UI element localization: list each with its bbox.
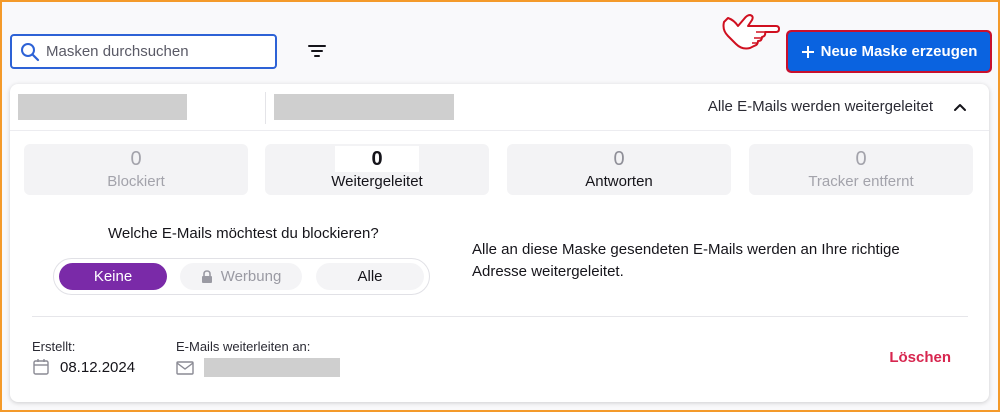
stat-replies: 0 Antworten [507,144,731,195]
created-label: Erstellt: [32,339,76,354]
forward-to-value [176,358,340,377]
redacted-forward-address [204,358,340,377]
header-divider [265,92,266,124]
block-option-all-label: Alle [357,268,383,285]
forwarding-status: Alle E-Mails werden weitergeleitet [707,98,933,115]
new-mask-button[interactable]: Neue Maske erzeugen [786,30,992,73]
forward-to-label: E-Mails weiterleiten an: [176,339,311,354]
block-level-selector: Keine Werbung Alle [53,258,430,295]
pointing-hand-icon [722,14,780,50]
stat-replies-label: Antworten [585,173,653,190]
stat-blocked-label: Blockiert [107,173,165,190]
stat-trackers-label: Tracker entfernt [808,173,914,190]
stat-trackers-removed: 0 Tracker entfernt [749,144,973,195]
lock-icon [201,269,212,283]
filter-icon[interactable] [306,42,328,60]
section-divider [32,316,968,317]
block-option-all[interactable]: Alle [316,263,424,290]
search-box[interactable] [10,34,277,69]
stat-forwarded: 0 Weitergeleitet [265,144,489,195]
mask-card: Alle E-Mails werden weitergeleitet 0 Blo… [10,84,989,402]
redacted-mask-address [274,94,454,120]
stat-forwarded-value: 0 [371,148,383,170]
created-date: 08.12.2024 [60,358,136,376]
block-option-promotions-label: Werbung [220,268,282,285]
block-question: Welche E-Mails möchtest du blockieren? [108,225,379,242]
envelope-icon [176,360,194,375]
search-input[interactable] [46,43,256,60]
chevron-up-icon[interactable] [951,98,969,116]
new-mask-label: Neue Maske erzeugen [820,43,978,60]
stat-forwarded-label: Weitergeleitet [331,173,423,190]
header-divider-line [10,130,989,131]
block-option-none-label: Keine [93,268,133,285]
forwarding-description: Alle an diese Maske gesendeten E-Mails w… [472,241,900,280]
search-icon [21,42,40,61]
calendar-icon [33,359,49,375]
delete-button[interactable]: Löschen [889,349,951,366]
redacted-mask-label [18,94,187,120]
stat-trackers-value: 0 [855,148,867,170]
plus-icon [801,45,814,58]
stat-blocked: 0 Blockiert [24,144,248,195]
block-option-promotions[interactable]: Werbung [180,263,302,290]
block-option-none[interactable]: Keine [59,263,167,290]
stat-blocked-value: 0 [130,148,142,170]
created-value: 08.12.2024 [32,358,135,376]
stat-replies-value: 0 [613,148,625,170]
